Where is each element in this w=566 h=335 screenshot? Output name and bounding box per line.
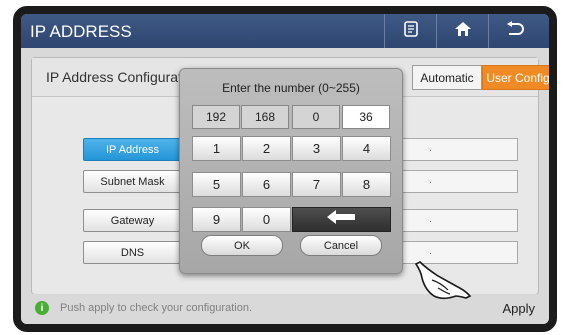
user-config-button[interactable]: User Config: [482, 65, 549, 90]
key-0[interactable]: 0: [242, 207, 291, 232]
title-bar: IP ADDRESS: [21, 14, 549, 48]
octet-1-value[interactable]: 192: [192, 105, 240, 129]
key-9[interactable]: 9: [192, 207, 241, 232]
octet-4-value[interactable]: 36: [342, 105, 390, 129]
key-1[interactable]: 1: [192, 136, 241, 161]
apply-button[interactable]: Apply: [502, 301, 535, 316]
field-separator: .: [429, 142, 433, 154]
automatic-button[interactable]: Automatic: [412, 65, 482, 90]
back-icon: [505, 20, 525, 42]
gateway-button[interactable]: Gateway: [83, 209, 182, 232]
key-6[interactable]: 6: [242, 172, 291, 197]
keypad-title: Enter the number (0~255): [222, 81, 360, 95]
key-5[interactable]: 5: [192, 172, 241, 197]
phone-note-icon: [403, 20, 419, 43]
backspace-button[interactable]: [292, 207, 391, 232]
number-keypad-dialog: Enter the number (0~255) 192 168 0 36 1 …: [179, 68, 403, 274]
home-button[interactable]: [436, 14, 488, 48]
back-button[interactable]: [488, 14, 540, 48]
ip-address-button[interactable]: IP Address: [83, 138, 182, 161]
home-icon: [454, 20, 472, 43]
pointing-hand-icon: [414, 261, 472, 300]
octet-2-value[interactable]: 168: [241, 105, 289, 129]
ok-button[interactable]: OK: [201, 235, 283, 256]
section-title: IP Address Configurati: [46, 69, 186, 85]
window-title: IP ADDRESS: [30, 22, 132, 41]
key-3[interactable]: 3: [292, 136, 341, 161]
cancel-button[interactable]: Cancel: [300, 235, 382, 256]
left-arrow-icon: [326, 210, 357, 229]
key-8[interactable]: 8: [342, 172, 391, 197]
dns-button[interactable]: DNS: [83, 241, 182, 264]
octet-3-value[interactable]: 0: [292, 105, 340, 129]
subnet-mask-button[interactable]: Subnet Mask: [83, 170, 182, 193]
field-separator: .: [429, 213, 433, 225]
field-separator: .: [429, 174, 433, 186]
key-4[interactable]: 4: [342, 136, 391, 161]
phone-note-button[interactable]: [384, 14, 436, 48]
info-icon: i: [35, 301, 49, 315]
key-2[interactable]: 2: [242, 136, 291, 161]
footer-message: Push apply to check your configuration.: [60, 302, 253, 314]
key-7[interactable]: 7: [292, 172, 341, 197]
field-separator: .: [429, 245, 433, 257]
